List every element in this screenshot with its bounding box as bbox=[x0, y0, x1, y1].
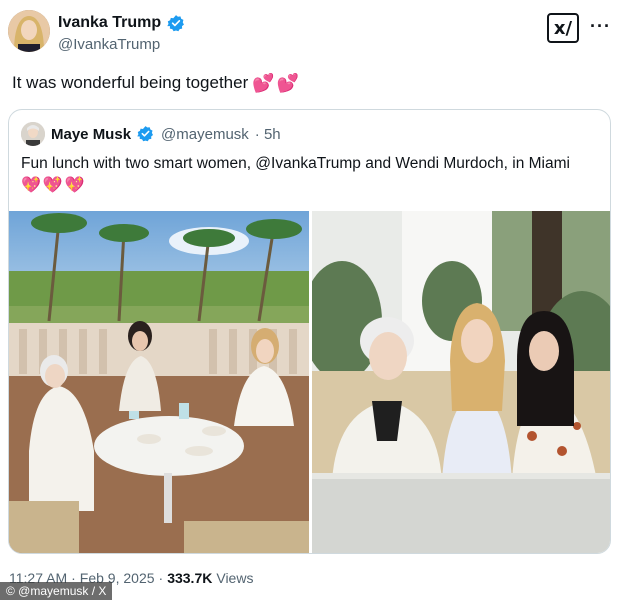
author-avatar-image bbox=[8, 10, 50, 52]
hearts-emoji: 💖💖💖 bbox=[21, 177, 87, 194]
photo-three-women[interactable] bbox=[312, 211, 610, 553]
quoted-time[interactable]: · 5h bbox=[255, 126, 281, 143]
views-count: 333.7K bbox=[167, 570, 213, 586]
tweet-text: It was wonderful being together 💕💕 bbox=[12, 72, 301, 94]
grok-icon[interactable]: x/ bbox=[547, 13, 579, 43]
photo-lunch-table[interactable] bbox=[9, 211, 309, 553]
verified-badge-icon bbox=[137, 125, 155, 143]
quoted-body: Fun lunch with two smart women, @IvankaT… bbox=[21, 155, 570, 172]
author-name-row: Ivanka Trump bbox=[58, 14, 185, 32]
image-credit-watermark: © @mayemusk / X bbox=[0, 582, 113, 600]
quoted-media bbox=[9, 211, 610, 553]
quoted-tweet[interactable]: Maye Musk @mayemusk · 5h Fun lunch with … bbox=[8, 109, 611, 554]
quoted-author-avatar[interactable] bbox=[21, 122, 45, 146]
meta-separator: · bbox=[158, 570, 164, 586]
author-avatar[interactable] bbox=[8, 10, 50, 52]
verified-badge-icon bbox=[167, 14, 185, 32]
more-options-icon[interactable]: ··· bbox=[590, 16, 611, 37]
quoted-text: Fun lunch with two smart women, @IvankaT… bbox=[21, 153, 581, 197]
tweet-header: Ivanka Trump @IvankaTrump x/ ··· bbox=[8, 10, 619, 56]
hearts-emoji: 💕💕 bbox=[252, 73, 302, 93]
author-display-name[interactable]: Ivanka Trump bbox=[58, 14, 161, 32]
author-handle[interactable]: @IvankaTrump bbox=[58, 36, 160, 53]
quoted-display-name[interactable]: Maye Musk bbox=[51, 126, 131, 143]
quoted-tweet-header: Maye Musk @mayemusk · 5h bbox=[21, 122, 281, 146]
views-label: Views bbox=[216, 570, 254, 586]
quoted-handle[interactable]: @mayemusk bbox=[161, 126, 249, 143]
tweet-body: It was wonderful being together bbox=[12, 73, 249, 92]
